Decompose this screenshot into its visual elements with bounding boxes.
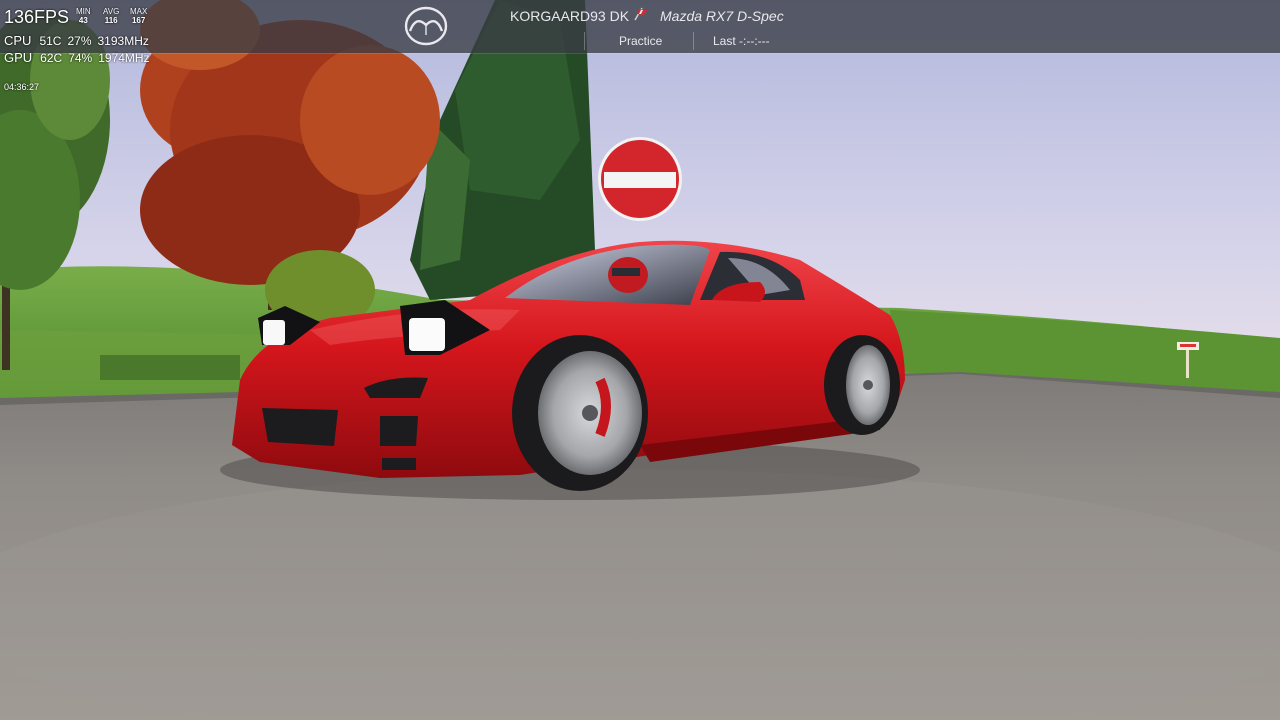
gpu-load: 74% [68, 51, 93, 65]
hud-bar-divider [0, 53, 1280, 54]
clock-time: 04:36:27 [4, 82, 40, 92]
cpu-load: 27% [67, 34, 92, 48]
fps-avg: AVG 116 [103, 7, 119, 25]
gpu-label: GPU [4, 50, 33, 65]
cpu-clock: 3193MHz [97, 34, 149, 48]
cpu-stats: CPU 51C 27% 3193MHz [4, 33, 155, 48]
cpu-temp: 51C [39, 34, 62, 48]
fps-max-label: MAX [130, 7, 148, 16]
driver-name: KORGAARD93 DK [510, 8, 630, 24]
wheel-front [512, 335, 648, 491]
fps-max-value: 167 [131, 16, 146, 25]
gpu-temp: 62C [40, 51, 63, 65]
session-type: Practice [619, 34, 663, 48]
cpu-label: CPU [4, 33, 32, 48]
last-lap-time: Last -:--:--- [713, 34, 770, 48]
gpu-clock: 1974MHz [98, 51, 150, 65]
fps-max: MAX 167 [130, 7, 147, 25]
flag-icon [634, 7, 647, 21]
session-divider-left [584, 32, 585, 50]
car-name: Mazda RX7 D-Spec [660, 8, 784, 24]
fps-avg-value: 116 [104, 16, 118, 25]
game-scene [0, 0, 1280, 720]
fps-counter: 136FPS [4, 7, 70, 27]
fps-avg-label: AVG [103, 7, 120, 16]
session-divider-mid [693, 32, 694, 50]
fps-min-label: MIN [76, 7, 91, 16]
wheel-rear [824, 335, 900, 435]
gpu-stats: GPU 62C 74% 1974MHz [4, 50, 156, 65]
mazda-logo-icon [404, 6, 448, 46]
fps-min: MIN 43 [76, 7, 91, 25]
fps-min-value: 43 [78, 16, 88, 25]
no-entry-sign [598, 137, 682, 221]
